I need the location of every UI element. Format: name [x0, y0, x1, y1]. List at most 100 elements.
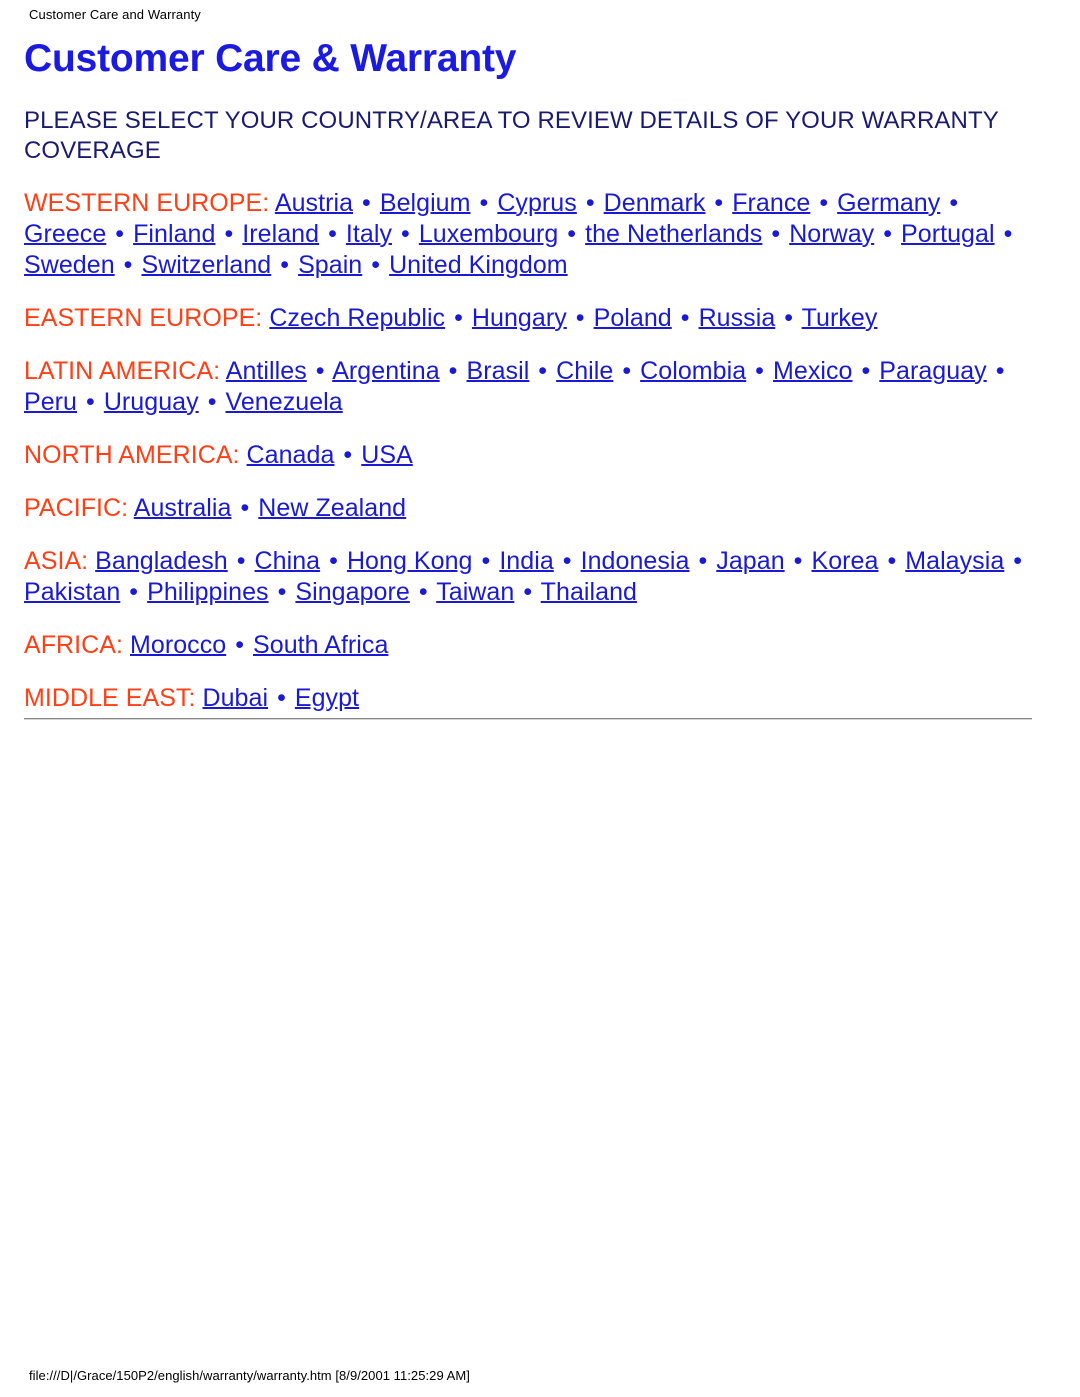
country-link[interactable]: Austria [275, 189, 353, 217]
region-label: PACIFIC: [24, 494, 129, 522]
horizontal-rule-divider [24, 718, 1032, 720]
region-label: NORTH AMERICA: [24, 441, 240, 469]
country-link[interactable]: Russia [699, 304, 776, 332]
country-link[interactable]: Venezuela [226, 388, 343, 416]
region-label: LATIN AMERICA: [24, 357, 221, 385]
region-list: WESTERN EUROPE: Austria • Belgium • Cypr… [24, 188, 1038, 714]
country-link[interactable]: Japan [716, 547, 784, 575]
country-link[interactable]: Poland [594, 304, 672, 332]
country-link[interactable]: Italy [346, 220, 392, 248]
country-link[interactable]: USA [361, 441, 413, 469]
bullet-separator: • [224, 220, 234, 248]
bullet-separator: • [755, 357, 764, 385]
region-row: PACIFIC: Australia • New Zealand [24, 493, 1038, 524]
country-link[interactable]: Turkey [802, 304, 878, 332]
country-link[interactable]: Bangladesh [95, 547, 228, 575]
bullet-separator: • [236, 547, 246, 575]
bullet-separator: • [771, 220, 781, 248]
bullet-separator: • [371, 251, 381, 279]
country-link[interactable]: Morocco [130, 631, 226, 659]
country-link[interactable]: Korea [811, 547, 878, 575]
country-link[interactable]: South Africa [253, 631, 388, 659]
country-link[interactable]: Belgium [380, 189, 471, 217]
region-label: AFRICA: [24, 631, 123, 659]
country-link[interactable]: Malaysia [905, 547, 1004, 575]
country-link[interactable]: New Zealand [258, 494, 406, 522]
print-page-header: Customer Care and Warranty [29, 7, 201, 22]
country-link[interactable]: Indonesia [581, 547, 690, 575]
country-link[interactable]: Portugal [901, 220, 995, 248]
country-link[interactable]: Uruguay [104, 388, 199, 416]
country-link[interactable]: Mexico [773, 357, 853, 385]
bullet-separator: • [418, 578, 428, 606]
country-link[interactable]: Hong Kong [347, 547, 473, 575]
bullet-separator: • [523, 578, 533, 606]
country-link[interactable]: United Kingdom [389, 251, 568, 279]
country-link[interactable]: Peru [24, 388, 77, 416]
region-label: MIDDLE EAST: [24, 684, 196, 712]
country-link[interactable]: Dubai [202, 684, 268, 712]
page-title: Customer Care & Warranty [24, 37, 517, 80]
country-link[interactable]: Singapore [295, 578, 409, 606]
bullet-separator: • [280, 251, 290, 279]
country-link[interactable]: Australia [134, 494, 232, 522]
country-link[interactable]: Brasil [466, 357, 529, 385]
country-link[interactable]: Thailand [541, 578, 637, 606]
country-link[interactable]: Denmark [604, 189, 706, 217]
country-link[interactable]: Pakistan [24, 578, 120, 606]
country-link[interactable]: France [732, 189, 810, 217]
region-row: AFRICA: Morocco • South Africa [24, 630, 1038, 661]
country-link[interactable]: Philippines [147, 578, 268, 606]
bullet-separator: • [481, 547, 491, 575]
bullet-separator: • [784, 304, 794, 332]
bullet-separator: • [567, 220, 577, 248]
country-link[interactable]: India [499, 547, 553, 575]
bullet-separator: • [585, 189, 595, 217]
country-link[interactable]: Greece [24, 220, 106, 248]
country-link[interactable]: Paraguay [879, 357, 986, 385]
bullet-separator: • [329, 547, 338, 575]
bullet-separator: • [240, 494, 250, 522]
country-link[interactable]: Spain [298, 251, 362, 279]
region-row: WESTERN EUROPE: Austria • Belgium • Cypr… [24, 188, 1038, 281]
country-link[interactable]: Czech Republic [269, 304, 445, 332]
bullet-separator: • [129, 578, 139, 606]
country-link[interactable]: Colombia [640, 357, 746, 385]
country-link[interactable]: Cyprus [497, 189, 577, 217]
bullet-separator: • [819, 189, 829, 217]
bullet-separator: • [448, 357, 458, 385]
country-link[interactable]: Finland [133, 220, 215, 248]
country-link[interactable]: China [255, 547, 321, 575]
document-content: Customer Care & Warranty PLEASE SELECT Y… [24, 36, 1038, 714]
country-link[interactable]: Egypt [295, 684, 359, 712]
country-link[interactable]: the Netherlands [585, 220, 762, 248]
country-link[interactable]: Taiwan [436, 578, 514, 606]
country-link[interactable]: Sweden [24, 251, 115, 279]
bullet-separator: • [793, 547, 803, 575]
bullet-separator: • [698, 547, 708, 575]
bullet-separator: • [207, 388, 217, 416]
region-row: MIDDLE EAST: Dubai • Egypt [24, 683, 1038, 714]
country-link[interactable]: Hungary [472, 304, 567, 332]
country-link[interactable]: Canada [247, 441, 335, 469]
bullet-separator: • [328, 220, 337, 248]
country-link[interactable]: Germany [837, 189, 940, 217]
region-row: EASTERN EUROPE: Czech Republic • Hungary… [24, 303, 1038, 334]
country-link[interactable]: Ireland [242, 220, 319, 248]
region-label: EASTERN EUROPE: [24, 304, 263, 332]
bullet-separator: • [1013, 547, 1023, 575]
bullet-separator: • [315, 357, 325, 385]
bullet-separator: • [538, 357, 548, 385]
country-link[interactable]: Switzerland [141, 251, 271, 279]
bullet-separator: • [1003, 220, 1013, 248]
bullet-separator: • [562, 547, 572, 575]
country-link[interactable]: Antilles [226, 357, 307, 385]
bullet-separator: • [680, 304, 690, 332]
country-link[interactable]: Argentina [332, 357, 439, 385]
bullet-separator: • [123, 251, 133, 279]
bullet-separator: • [883, 220, 893, 248]
country-link[interactable]: Chile [556, 357, 613, 385]
country-link[interactable]: Norway [789, 220, 874, 248]
country-link[interactable]: Luxembourg [419, 220, 558, 248]
region-row: LATIN AMERICA: Antilles • Argentina • Br… [24, 356, 1038, 418]
